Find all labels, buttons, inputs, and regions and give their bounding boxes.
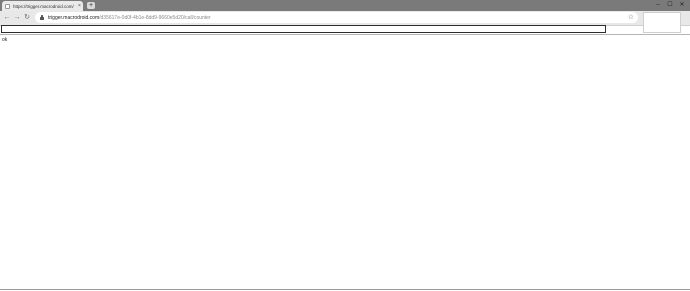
window-controls: – ☐ ✕ [652,1,688,10]
favicon-icon [5,3,10,9]
reload-button[interactable]: ↻ [23,14,31,22]
new-tab-button[interactable]: + [87,2,95,9]
minimize-button[interactable]: – [652,1,664,10]
forward-button[interactable]: → [13,14,21,22]
browser-tab[interactable]: https://trigger.macrodroid.com/ × [2,1,83,11]
blank-panel [643,12,681,33]
back-button[interactable]: ← [3,14,11,22]
input-bar [1,25,606,33]
tab-strip: https://trigger.macrodroid.com/ × + – ☐ … [0,0,690,11]
divider [0,34,690,35]
page-content-text: ok [2,37,8,43]
close-window-button[interactable]: ✕ [676,1,688,10]
url-path: /d35617e-0d0f-4b1e-8dd9-9660e5d20/call/c… [99,14,211,21]
browser-toolbar: ← → ↻ trigger.macrodroid.com /d35617e-0d… [0,11,690,26]
maximize-button[interactable]: ☐ [664,1,676,10]
tab-title: https://trigger.macrodroid.com/ [13,3,74,9]
tab-close-icon[interactable]: × [78,3,81,9]
url-host: trigger.macrodroid.com [48,14,100,21]
address-bar[interactable]: trigger.macrodroid.com /d35617e-0d0f-4b1… [35,12,638,23]
lock-icon [40,15,44,20]
bottom-divider [0,289,690,290]
bookmark-star-icon[interactable]: ☆ [628,13,634,22]
